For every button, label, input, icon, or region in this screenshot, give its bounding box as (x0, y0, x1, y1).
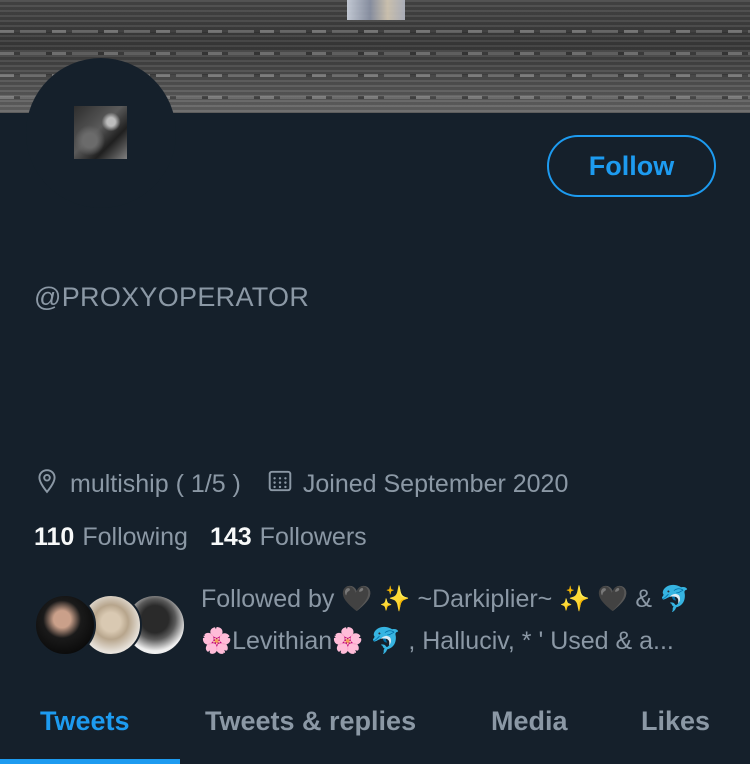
profile-tabs: Tweets Tweets & replies Media Likes (0, 694, 750, 764)
followers-link[interactable]: 143 Followers (210, 523, 389, 552)
tab-tweets-and-replies[interactable]: Tweets & replies (205, 694, 416, 748)
following-label: Following (82, 523, 188, 551)
banner-glitch-line (0, 52, 750, 55)
tab-tweets[interactable]: Tweets (40, 694, 130, 748)
profile-avatar-image (74, 106, 127, 159)
following-count: 110 (34, 523, 75, 551)
follow-counts: 110 Following 143 Followers (34, 523, 389, 552)
banner-overlay-image (347, 0, 405, 20)
calendar-icon (267, 468, 293, 501)
followed-by-line-1: Followed by 🖤 ✨ ~Darkiplier~ ✨ 🖤 & 🐬 (201, 585, 691, 613)
active-tab-indicator (0, 759, 180, 764)
followers-count: 143 (209, 523, 252, 551)
followed-by-avatars[interactable] (34, 594, 186, 658)
tab-media[interactable]: Media (491, 694, 568, 748)
follower-avatar (34, 594, 96, 656)
tab-likes[interactable]: Likes (641, 694, 710, 748)
followed-by-text[interactable]: Followed by 🖤 ✨ ~Darkiplier~ ✨ 🖤 & 🐬 🌸Le… (201, 578, 721, 662)
profile-location: multiship ( 1/5 ) (70, 469, 241, 498)
following-link[interactable]: 110 Following (34, 523, 210, 552)
follow-button[interactable]: Follow (547, 135, 716, 197)
profile-joined-date: Joined September 2020 (302, 469, 569, 498)
profile-handle: @PROXYOPERATOR (34, 282, 310, 312)
location-pin-icon (34, 468, 60, 501)
banner-glitch-line (0, 30, 750, 33)
followers-label: Followers (259, 523, 367, 551)
profile-meta: multiship ( 1/5 ) Joined September 2020 (34, 466, 568, 502)
followed-by-line-2: 🌸Levithian🌸 🐬 , Halluciv, * ' Used & a..… (201, 627, 674, 655)
